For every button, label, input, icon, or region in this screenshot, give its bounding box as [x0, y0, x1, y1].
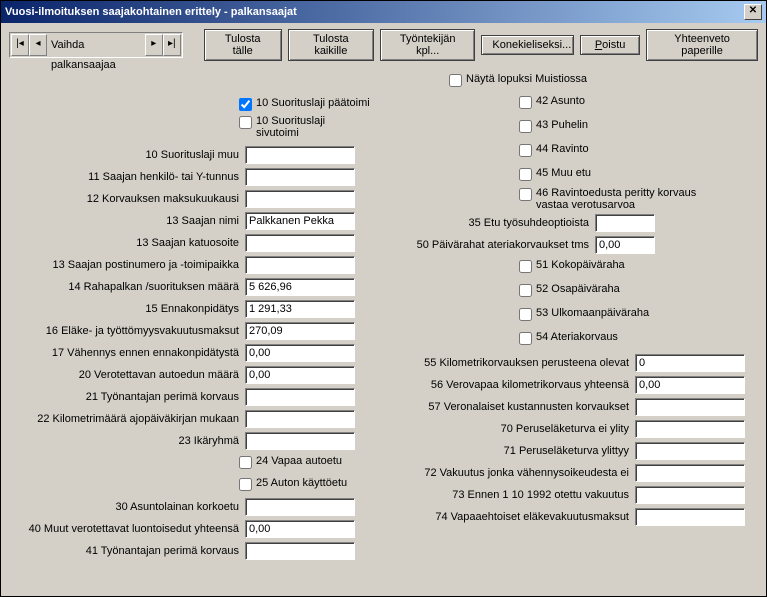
lbl-41: 41 Työnantajan perimä korvaus [9, 545, 245, 557]
input-50[interactable] [595, 236, 655, 254]
input-16[interactable] [245, 322, 355, 340]
input-40[interactable] [245, 520, 355, 538]
lbl-14: 14 Rahapalkan /suorituksen määrä [9, 281, 245, 293]
lbl-10: 10 Suorituslaji muu [9, 149, 245, 161]
cb-vapaa-autoetu[interactable]: 24 Vapaa autoetu [239, 455, 379, 469]
cb-puhelin[interactable]: 43 Puhelin [519, 119, 758, 133]
input-13-name[interactable] [245, 212, 355, 230]
cb-ateriakorvaus[interactable]: 54 Ateriakorvaus [519, 331, 758, 345]
lbl-23: 23 Ikäryhmä [9, 435, 245, 447]
input-20[interactable] [245, 366, 355, 384]
input-70[interactable] [635, 420, 745, 438]
lbl-74: 74 Vapaaehtoiset eläkevakuutusmaksut [389, 511, 635, 523]
lbl-73: 73 Ennen 1 10 1992 otettu vakuutus [389, 489, 635, 501]
input-11[interactable] [245, 168, 355, 186]
cb-ravinto[interactable]: 44 Ravinto [519, 143, 758, 157]
input-22[interactable] [245, 410, 355, 428]
lbl-55: 55 Kilometrikorvauksen perusteena olevat [389, 357, 635, 369]
lbl-20: 20 Verotettavan autoedun määrä [9, 369, 245, 381]
input-57[interactable] [635, 398, 745, 416]
input-13-street[interactable] [245, 234, 355, 252]
cb-suorituslaji-paatoimi[interactable]: 10 Suorituslaji päätoimi [239, 97, 379, 111]
cb-muuetu[interactable]: 45 Muu etu [519, 167, 758, 181]
lbl-72: 72 Vakuutus jonka vähennysoikeudesta ei [389, 467, 635, 479]
cb-nayta-lopuksi-input[interactable] [449, 74, 462, 87]
input-17[interactable] [245, 344, 355, 362]
input-15[interactable] [245, 300, 355, 318]
machine-readable-button[interactable]: Konekieliseksi... [481, 35, 574, 55]
input-74[interactable] [635, 508, 745, 526]
print-all-button[interactable]: Tulosta kaikille [288, 29, 374, 61]
lbl-30: 30 Asuntolainan korkoetu [9, 501, 245, 513]
input-71[interactable] [635, 442, 745, 460]
worker-count-button[interactable]: Työntekijän kpl... [380, 29, 475, 61]
lbl-70: 70 Peruseläketurva ei ylity [389, 423, 635, 435]
lbl-13p: 13 Saajan postinumero ja -toimipaikka [9, 259, 245, 271]
input-10[interactable] [245, 146, 355, 164]
lbl-15: 15 Ennakonpidätys [9, 303, 245, 315]
input-14[interactable] [245, 278, 355, 296]
cb-asunto[interactable]: 42 Asunto [519, 95, 758, 109]
lbl-22: 22 Kilometrimäärä ajopäiväkirjan mukaan [9, 413, 245, 425]
cb-auton-kayttoetu-input[interactable] [239, 478, 252, 491]
lbl-56: 56 Verovapaa kilometrikorvaus yhteensä [389, 379, 635, 391]
window-title: Vuosi-ilmoituksen saajakohtainen erittel… [5, 6, 297, 18]
nav-next-button[interactable]: ▸ [145, 34, 163, 56]
lbl-13: 13 Saajan nimi [9, 215, 245, 227]
input-55[interactable] [635, 354, 745, 372]
nav-first-button[interactable]: |◂ [11, 34, 29, 56]
input-21[interactable] [245, 388, 355, 406]
input-56[interactable] [635, 376, 745, 394]
cb-ulkomaanpaivaraha[interactable]: 53 Ulkomaanpäiväraha [519, 307, 758, 321]
cb-suorituslaji-paatoimi-input[interactable] [239, 98, 252, 111]
lbl-35: 35 Etu työsuhdeoptioista [389, 217, 595, 229]
lbl-16: 16 Eläke- ja työttömyysvakuutusmaksut [9, 325, 245, 337]
cb-ravintoedusta[interactable]: 46 Ravintoedusta peritty korvaus vastaa … [519, 187, 758, 211]
cb-vapaa-autoetu-input[interactable] [239, 456, 252, 469]
cb-nayta-lopuksi[interactable]: Näytä lopuksi Muistiossa [449, 73, 758, 87]
cb-osapaivaraha[interactable]: 52 Osapäiväraha [519, 283, 758, 297]
input-23[interactable] [245, 432, 355, 450]
input-12[interactable] [245, 190, 355, 208]
lbl-12: 12 Korvauksen maksukuukausi [9, 193, 245, 205]
cb-auton-kayttoetu[interactable]: 25 Auton käyttöetu [239, 477, 379, 491]
lbl-57: 57 Veronalaiset kustannusten korvaukset [389, 401, 635, 413]
lbl-13k: 13 Saajan katuosoite [9, 237, 245, 249]
cb-suorituslaji-sivutoimi-input[interactable] [239, 116, 252, 129]
lbl-71: 71 Peruseläketurva ylittyy [389, 445, 635, 457]
close-button[interactable]: ✕ [744, 4, 762, 20]
input-72[interactable] [635, 464, 745, 482]
nav-label: Vaihda palkansaajaa [47, 35, 145, 55]
print-this-button[interactable]: Tulosta tälle [204, 29, 282, 61]
lbl-11: 11 Saajan henkilö- tai Y-tunnus [9, 171, 245, 183]
input-13-postal[interactable] [245, 256, 355, 274]
nav-prev-button[interactable]: ◂ [29, 34, 47, 56]
record-navigator: |◂ ◂ Vaihda palkansaajaa ▸ ▸| [9, 32, 183, 58]
lbl-40: 40 Muut verotettavat luontoisedut yhteen… [9, 523, 245, 535]
exit-button[interactable]: Poistu [580, 35, 640, 55]
lbl-21: 21 Työnantajan perimä korvaus [9, 391, 245, 403]
input-35[interactable] [595, 214, 655, 232]
lbl-50: 50 Päivärahat ateriakorvaukset tms [389, 239, 595, 251]
summary-paper-button[interactable]: Yhteenveto paperille [646, 29, 758, 61]
nav-last-button[interactable]: ▸| [163, 34, 181, 56]
lbl-17: 17 Vähennys ennen ennakonpidätystä [9, 347, 245, 359]
cb-kokopaivaraha[interactable]: 51 Kokopäiväraha [519, 259, 758, 273]
input-73[interactable] [635, 486, 745, 504]
input-41[interactable] [245, 542, 355, 560]
input-30[interactable] [245, 498, 355, 516]
cb-suorituslaji-sivutoimi[interactable]: 10 Suorituslaji sivutoimi [239, 115, 379, 139]
